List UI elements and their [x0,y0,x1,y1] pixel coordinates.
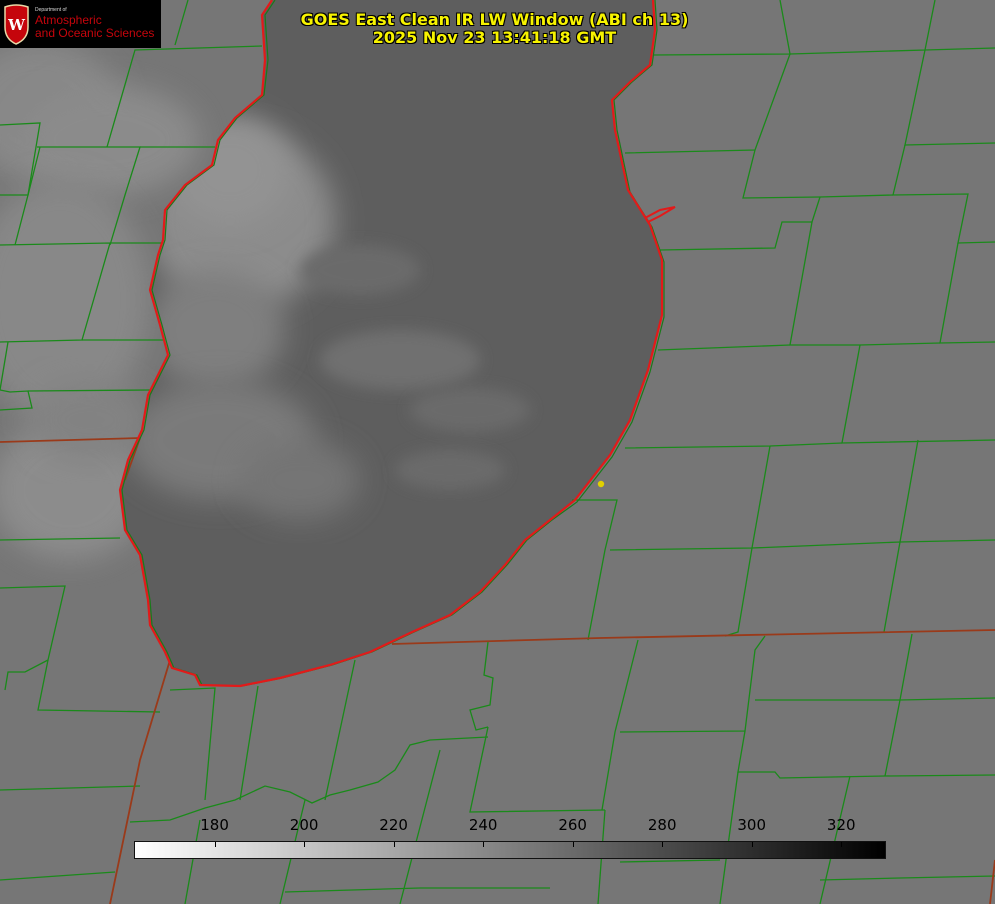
colorbar-tick-labels: 180 200 220 240 260 280 300 320 [0,812,995,834]
logo-line-2: and Oceanic Sciences [35,26,155,40]
colorbar-tick-label: 200 [289,816,319,834]
colorbar [134,841,886,859]
colorbar-tick-mark [393,842,395,847]
colorbar-tick-mark [483,842,485,847]
colorbar-tick-mark [214,842,216,847]
university-crest-icon: W [4,4,29,45]
colorbar-tick-label: 300 [737,816,767,834]
colorbar-tick-label: 220 [379,816,408,834]
colorbar-tick-label: 320 [826,816,856,834]
colorbar-tick-mark [662,842,664,847]
station-marker [597,480,605,488]
colorbar-tick-label: 280 [647,816,677,834]
colorbar-tick-mark [751,842,753,847]
satellite-map [0,0,995,904]
uw-aos-logo: W Department of Atmospheric and Oceanic … [0,0,161,48]
colorbar-tick-mark [572,842,574,847]
satellite-image-viewer: W Department of Atmospheric and Oceanic … [0,0,995,904]
colorbar-tick-mark [304,842,306,847]
colorbar-tick-label: 240 [468,816,498,834]
svg-text:W: W [7,16,26,34]
colorbar-tick-label: 260 [558,816,587,834]
colorbar-tick-label: 180 [200,816,229,834]
colorbar-tick-mark [841,842,843,847]
